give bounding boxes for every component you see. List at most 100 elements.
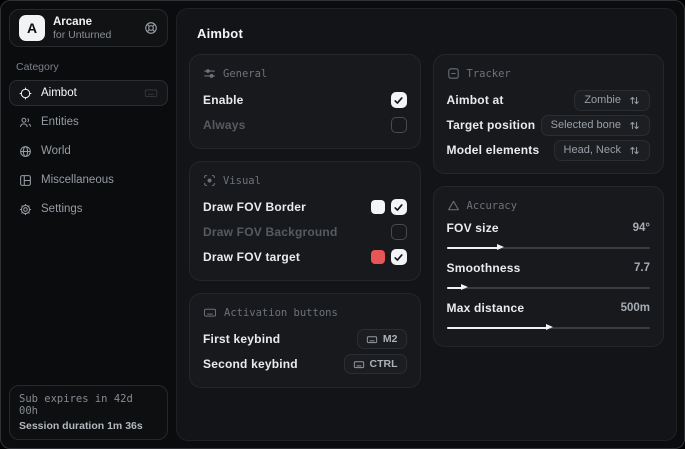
globe-icon [19,145,32,158]
visual-header-label: Visual [223,175,261,187]
sidebar-item-label: Settings [41,203,83,215]
setting-label: Smoothness [447,261,521,275]
visual-card: Visual Draw FOV Border Draw FOV Backgrou… [189,161,421,281]
keyboard-icon [366,334,378,345]
scan-eye-icon [203,174,216,187]
setting-label: Draw FOV Border [203,200,306,214]
second-keybind-button[interactable]: CTRL [344,354,407,374]
setting-label: Enable [203,93,244,107]
setting-label: Draw FOV Background [203,225,338,239]
slider-thumb[interactable] [461,284,468,290]
brand-title: Arcane [53,15,111,29]
main-panel: Aimbot General Enable [176,8,677,441]
sub-expiry-text: Sub expires in 42d 00h [19,393,158,417]
setting-label: Always [203,118,246,132]
fov-border-checkbox[interactable] [391,199,407,215]
sidebar-item-label: Entities [41,116,79,128]
swap-vertical-icon [629,95,640,106]
layout-icon [19,174,32,187]
sidebar-item-miscellaneous[interactable]: Miscellaneous [9,167,168,193]
keyboard-icon [353,359,365,370]
setting-label: Draw FOV target [203,250,300,264]
tracker-card: Tracker Aimbot at Zombie Target position [433,54,665,174]
session-duration-text: Session duration 1m 36s [19,420,158,432]
sidebar-item-label: Aimbot [41,87,77,99]
tracker-header-label: Tracker [467,68,511,80]
fov-border-color-swatch[interactable] [371,200,385,214]
sidebar-item-aimbot[interactable]: Aimbot [9,80,168,106]
right-column: Tracker Aimbot at Zombie Target position [433,54,665,347]
enable-checkbox[interactable] [391,92,407,108]
activation-header: Activation buttons [203,306,407,319]
app-window: A Arcane for Unturned Category Aimbot [0,0,685,449]
setting-row-fov-background: Draw FOV Background [203,221,407,243]
fov-size-slider[interactable] [447,243,651,252]
sidebar-item-label: World [41,145,71,157]
aimbot-at-select[interactable]: Zombie [574,90,650,111]
slider-thumb[interactable] [497,244,504,250]
setting-label: First keybind [203,332,280,346]
setting-row-always: Always [203,114,407,136]
fov-background-checkbox[interactable] [391,224,407,240]
fov-target-color-swatch[interactable] [371,250,385,264]
left-column: General Enable Always [189,54,421,388]
sidebar: A Arcane for Unturned Category Aimbot [1,1,176,448]
setting-label: Target position [447,118,536,132]
setting-label: FOV size [447,221,499,235]
max-distance-value: 500m [621,302,650,314]
swap-vertical-icon [629,120,640,131]
first-keybind-button[interactable]: M2 [357,329,407,349]
always-checkbox[interactable] [391,117,407,133]
sidebar-item-entities[interactable]: Entities [9,109,168,135]
max-distance-setting: Max distance 500m [447,301,651,332]
fov-target-checkbox[interactable] [391,249,407,265]
setting-label: Aimbot at [447,93,504,107]
keybind-value: CTRL [370,358,398,370]
model-elements-select[interactable]: Head, Neck [554,140,650,161]
setting-label: Second keybind [203,357,298,371]
brand-header: A Arcane for Unturned [9,9,168,47]
general-header: General [203,67,407,80]
setting-row-fov-target: Draw FOV target [203,246,407,268]
accuracy-header-label: Accuracy [467,200,518,212]
select-value: Head, Neck [564,144,621,156]
setting-label: Model elements [447,143,540,157]
brand-logo: A [19,15,45,41]
fov-size-setting: FOV size 94° [447,221,651,252]
select-value: Zombie [584,94,621,106]
keyboard-icon [203,306,217,319]
swap-vertical-icon [629,145,640,156]
target-position-select[interactable]: Selected bone [541,115,650,136]
general-card: General Enable Always [189,54,421,149]
setting-label: Max distance [447,301,525,315]
smoothness-slider[interactable] [447,283,651,292]
support-icon[interactable] [144,21,158,35]
brand-text: Arcane for Unturned [53,15,111,42]
setting-row-first-keybind: First keybind M2 [203,328,407,350]
setting-row-second-keybind: Second keybind CTRL [203,353,407,375]
subscription-info: Sub expires in 42d 00h Session duration … [9,385,168,440]
fov-size-value: 94° [633,222,650,234]
tracker-header: Tracker [447,67,651,80]
setting-row-fov-border: Draw FOV Border [203,196,407,218]
users-icon [19,116,32,129]
visual-header: Visual [203,174,407,187]
setting-row-enable: Enable [203,89,407,111]
setting-row-model-elements: Model elements Head, Neck [447,139,651,161]
activation-header-label: Activation buttons [224,307,338,319]
general-header-label: General [223,68,267,80]
sliders-icon [203,67,216,80]
brand-subtitle: for Unturned [53,29,111,42]
keybind-value: M2 [383,333,398,345]
crosshair-icon [19,87,32,100]
smoothness-setting: Smoothness 7.7 [447,261,651,292]
select-value: Selected bone [551,119,621,131]
max-distance-slider[interactable] [447,323,651,332]
keybind-hint-icon [144,86,158,100]
accuracy-card: Accuracy FOV size 94° [433,186,665,347]
sidebar-item-world[interactable]: World [9,138,168,164]
setting-row-target-position: Target position Selected bone [447,114,651,136]
page-title: Aimbot [197,26,664,41]
slider-thumb[interactable] [546,324,553,330]
sidebar-item-settings[interactable]: Settings [9,196,168,222]
